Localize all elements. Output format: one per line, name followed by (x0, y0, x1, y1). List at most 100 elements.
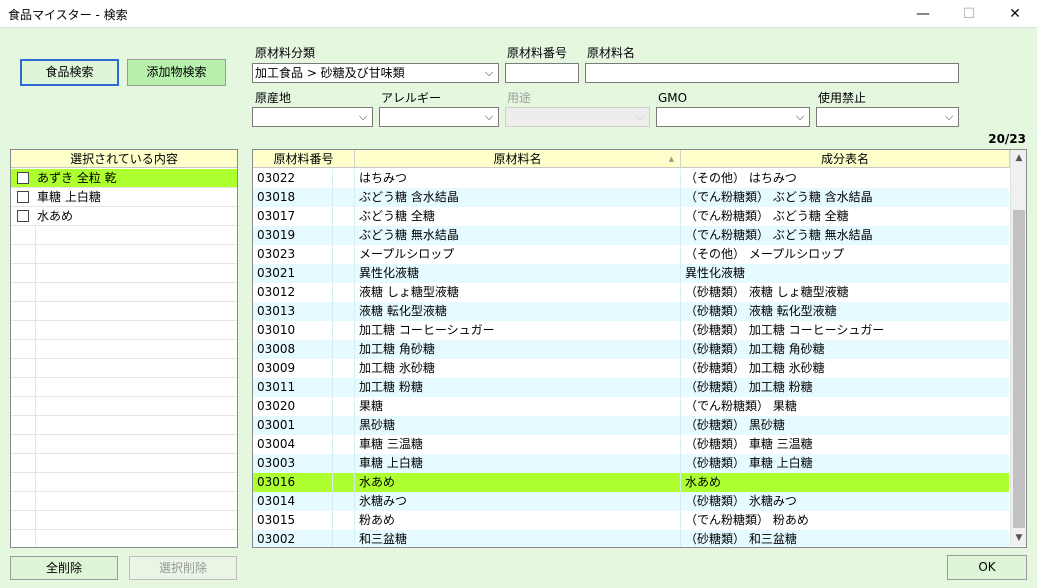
table-row[interactable]: 03003 車糖 上白糖 （砂糖類） 車糖 上白糖 (253, 454, 1009, 473)
table-row[interactable]: 03008 加工糖 角砂糖 （砂糖類） 加工糖 角砂糖 (253, 340, 1009, 359)
column-divider (35, 454, 36, 473)
delete-all-button[interactable]: 全削除 (10, 556, 118, 580)
selected-empty-row (11, 435, 237, 454)
table-row[interactable]: 03023 メープルシロップ （その他） メープルシロップ (253, 245, 1009, 264)
cell-number: 03002 (253, 530, 333, 547)
cell-name: 和三盆糖 (355, 530, 681, 547)
gmo-select[interactable]: ⌵ (656, 107, 810, 127)
table-row[interactable]: 03019 ぶどう糖 無水結晶 （でん粉糖類） ぶどう糖 無水結晶 (253, 226, 1009, 245)
table-row[interactable]: 03020 果糖 （でん粉糖類） 果糖 (253, 397, 1009, 416)
cell-name: 車糖 三温糖 (355, 435, 681, 454)
cell-number: 03023 (253, 245, 333, 264)
column-header-number[interactable]: 原材料番号 (253, 150, 355, 168)
selected-item[interactable]: あずき 全粒 乾 (11, 169, 237, 188)
chevron-down-icon: ⌵ (358, 110, 368, 123)
chevron-down-icon: ⌵ (944, 110, 954, 123)
vertical-scrollbar[interactable]: ▲ ▼ (1010, 150, 1026, 546)
table-row[interactable]: 03018 ぶどう糖 含水結晶 （でん粉糖類） ぶどう糖 含水結晶 (253, 188, 1009, 207)
table-row[interactable]: 03010 加工糖 コーヒーシュガー （砂糖類） 加工糖 コーヒーシュガー (253, 321, 1009, 340)
cell-name: 液糖 転化型液糖 (355, 302, 681, 321)
cell-table-name: （でん粉糖類） ぶどう糖 含水結晶 (685, 190, 873, 204)
column-divider (35, 340, 36, 359)
cell-table-name: （砂糖類） 液糖 転化型液糖 (685, 304, 837, 318)
selected-empty-row (11, 511, 237, 530)
food-search-button[interactable]: 食品検索 (20, 59, 119, 86)
table-row[interactable]: 03004 車糖 三温糖 （砂糖類） 車糖 三温糖 (253, 435, 1009, 454)
selected-empty-row (11, 321, 237, 340)
selected-item-checkbox[interactable] (17, 210, 29, 222)
column-divider (333, 530, 355, 547)
table-row[interactable]: 03015 粉あめ （でん粉糖類） 粉あめ (253, 511, 1009, 530)
selected-item[interactable]: 水あめ (11, 207, 237, 226)
table-row[interactable]: 03013 液糖 転化型液糖 （砂糖類） 液糖 転化型液糖 (253, 302, 1009, 321)
selected-panel: 選択されている内容 あずき 全粒 乾車糖 上白糖 水あめ (10, 149, 238, 548)
origin-select[interactable]: ⌵ (252, 107, 373, 127)
column-header-name[interactable]: 原材料名 ▲ (355, 150, 681, 168)
allergy-select[interactable]: ⌵ (379, 107, 499, 127)
minimize-button[interactable]: — (900, 0, 946, 28)
scrollbar-thumb[interactable] (1013, 210, 1025, 528)
delete-selected-button[interactable]: 選択削除 (129, 556, 237, 580)
cell-number: 03008 (253, 340, 333, 359)
category-select[interactable]: 加工食品 > 砂糖及び甘味類 ⌵ (252, 63, 499, 83)
column-divider (35, 492, 36, 511)
cell-table-name: （その他） はちみつ (685, 171, 797, 185)
cell-table-name: 異性化液糖 (685, 266, 746, 280)
cell-number: 03010 (253, 321, 333, 340)
selected-empty-row (11, 340, 237, 359)
cell-table-name: （でん粉糖類） 粉あめ (685, 513, 809, 527)
scroll-down-arrow-icon[interactable]: ▼ (1011, 530, 1026, 546)
cell-name: ぶどう糖 無水結晶 (355, 226, 681, 245)
origin-label: 原産地 (255, 91, 292, 105)
table-row[interactable]: 03022 はちみつ （その他） はちみつ (253, 169, 1009, 188)
usage-label: 用途 (507, 91, 532, 105)
column-divider (333, 511, 355, 530)
maximize-button[interactable]: ☐ (946, 0, 992, 28)
number-input[interactable] (505, 63, 579, 83)
title-bar: 食品マイスター - 検索 — ☐ ✕ (0, 0, 1037, 28)
cell-table-name: （その他） メープルシロップ (685, 247, 845, 261)
table-row[interactable]: 03001 黒砂糖 （砂糖類） 黒砂糖 (253, 416, 1009, 435)
name-label: 原材料名 (587, 46, 636, 60)
table-row[interactable]: 03021 異性化液糖 異性化液糖 (253, 264, 1009, 283)
table-row[interactable]: 03011 加工糖 粉糖 （砂糖類） 加工糖 粉糖 (253, 378, 1009, 397)
name-input[interactable] (585, 63, 959, 83)
column-divider (333, 492, 355, 511)
table-row[interactable]: 03009 加工糖 氷砂糖 （砂糖類） 加工糖 氷砂糖 (253, 359, 1009, 378)
selected-empty-row (11, 397, 237, 416)
column-divider (333, 435, 355, 454)
selected-item[interactable]: 車糖 上白糖 (11, 188, 237, 207)
cell-table-name: （砂糖類） 車糖 三温糖 (685, 437, 813, 451)
results-grid: 原材料番号 原材料名 ▲ 成分表名 03022 はちみつ （その他） はちみつ 030… (252, 149, 1027, 548)
number-label: 原材料番号 (507, 46, 568, 60)
table-row[interactable]: 03016 水あめ 水あめ (253, 473, 1009, 492)
ban-label: 使用禁止 (818, 91, 867, 105)
column-divider (333, 416, 355, 435)
cell-number: 03009 (253, 359, 333, 378)
column-header-name-label: 原材料名 (493, 152, 542, 166)
category-label: 原材料分類 (255, 46, 316, 60)
table-row[interactable]: 03012 液糖 しょ糖型液糖 （砂糖類） 液糖 しょ糖型液糖 (253, 283, 1009, 302)
additive-search-button[interactable]: 添加物検索 (127, 59, 226, 86)
column-divider (35, 511, 36, 530)
results-rows: 03022 はちみつ （その他） はちみつ 03018 ぶどう糖 含水結晶 （でん粉糖類）… (253, 169, 1010, 547)
cell-number: 03013 (253, 302, 333, 321)
selected-empty-row (11, 530, 237, 547)
table-row[interactable]: 03014 氷糖みつ （砂糖類） 氷糖みつ (253, 492, 1009, 511)
table-row[interactable]: 03017 ぶどう糖 全糖 （でん粉糖類） ぶどう糖 全糖 (253, 207, 1009, 226)
scroll-up-arrow-icon[interactable]: ▲ (1011, 150, 1026, 166)
cell-number: 03014 (253, 492, 333, 511)
column-header-table-name[interactable]: 成分表名 (681, 150, 1010, 168)
selected-item-checkbox[interactable] (17, 191, 29, 203)
column-divider (333, 359, 355, 378)
selected-item-checkbox[interactable] (17, 172, 29, 184)
column-divider (35, 359, 36, 378)
ok-button[interactable]: OK (947, 555, 1027, 580)
cell-name: ぶどう糖 全糖 (355, 207, 681, 226)
close-button[interactable]: ✕ (992, 0, 1037, 28)
table-row[interactable]: 03002 和三盆糖 （砂糖類） 和三盆糖 (253, 530, 1009, 547)
cell-number: 03012 (253, 283, 333, 302)
ban-select[interactable]: ⌵ (816, 107, 959, 127)
column-divider (333, 378, 355, 397)
cell-name: ぶどう糖 含水結晶 (355, 188, 681, 207)
